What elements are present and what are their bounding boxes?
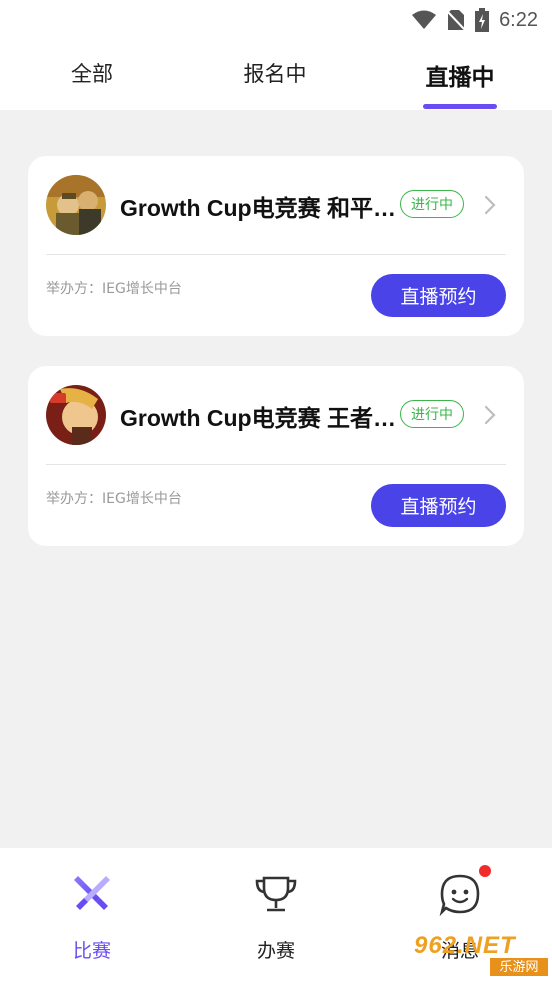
nav-label: 比赛 [72,940,111,962]
game-avatar-peacekeeper [46,175,106,235]
event-title: Growth Cup电竞赛 和平精英 [120,195,402,221]
swords-icon [74,876,110,910]
active-tab-indicator [423,104,497,109]
card-divider [46,464,506,465]
nav-item-host[interactable]: 办赛 [216,848,336,981]
event-title: Growth Cup电竞赛 王者荣耀 [120,405,402,431]
tab-live[interactable]: 直播中 [400,58,520,92]
status-badge: 进行中 [400,190,464,218]
watermark-subtitle: 乐游网 [490,958,548,976]
status-bar: 6:22 [0,0,552,40]
wifi-icon [411,10,437,30]
event-card[interactable]: Growth Cup电竞赛 和平精英 进行中 举办方：IEG增长中台 直播预约 [28,156,524,336]
watermark-logo: 962.NET 乐游网 [414,932,548,976]
trophy-icon [255,876,297,912]
game-avatar-honor-of-kings [46,385,106,445]
tab-registering[interactable]: 报名中 [215,58,335,88]
notification-dot [479,865,491,877]
organizer-label: 举办方：IEG增长中台 [46,281,182,297]
tab-bar: 全部 报名中 直播中 [0,40,552,110]
organizer-label: 举办方：IEG增长中台 [46,491,182,507]
no-sim-icon [447,9,466,31]
status-time: 6:22 [499,8,538,31]
nav-label: 办赛 [256,940,295,962]
battery-charging-icon [475,8,490,32]
status-badge: 进行中 [400,400,464,428]
chevron-right-icon[interactable] [482,404,498,426]
live-reserve-button[interactable]: 直播预约 [371,274,506,317]
chevron-right-icon[interactable] [482,194,498,216]
watermark-brand: 962.NET [414,932,516,959]
live-reserve-button[interactable]: 直播预约 [371,484,506,527]
event-card[interactable]: Growth Cup电竞赛 王者荣耀 进行中 举办方：IEG增长中台 直播预约 [28,366,524,546]
chat-face-icon [439,874,480,916]
tab-all[interactable]: 全部 [32,58,152,88]
card-divider [46,254,506,255]
nav-item-matches[interactable]: 比赛 [32,848,152,981]
